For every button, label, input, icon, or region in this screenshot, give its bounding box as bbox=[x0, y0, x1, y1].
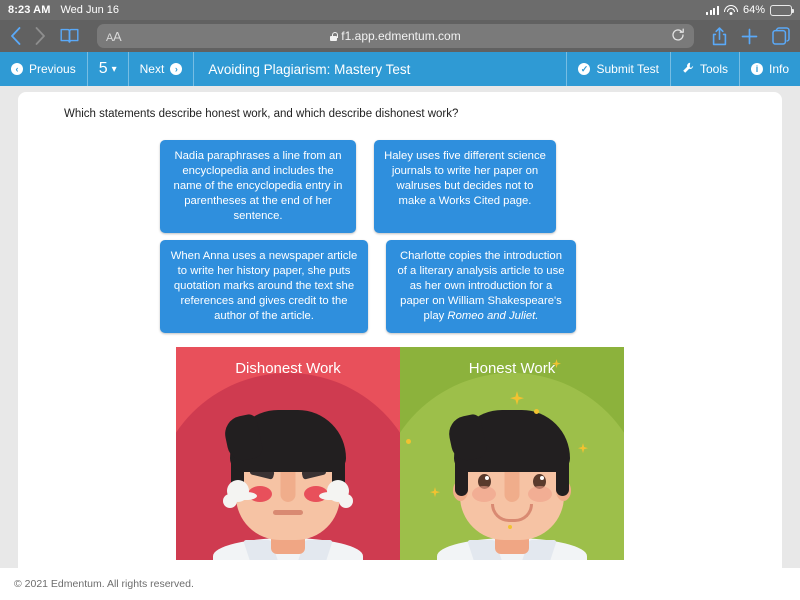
previous-button[interactable]: ‹ Previous bbox=[0, 52, 88, 86]
battery-icon bbox=[770, 5, 792, 16]
choice-row-2: When Anna uses a newspaper article to wr… bbox=[160, 240, 760, 333]
page-background: Which statements describe honest work, a… bbox=[0, 86, 800, 600]
happy-hair bbox=[454, 410, 570, 472]
dishonest-panel: Dishonest Work bbox=[176, 347, 400, 560]
check-circle-icon: ✓ bbox=[578, 63, 590, 75]
honest-label: Honest Work bbox=[400, 360, 624, 377]
angry-mouth bbox=[273, 510, 303, 515]
wrench-icon bbox=[682, 62, 694, 77]
url-display: f1.app.edmentum.com bbox=[97, 29, 694, 43]
toolbar-right-group: ✓ Submit Test Tools i Info bbox=[567, 52, 800, 86]
dishonest-label: Dishonest Work bbox=[176, 360, 400, 377]
page-title: Avoiding Plagiarism: Mastery Test bbox=[194, 52, 567, 86]
question-prompt: Which statements describe honest work, a… bbox=[64, 108, 760, 120]
choice-option-3[interactable]: When Anna uses a newspaper article to wr… bbox=[160, 240, 368, 333]
previous-label: Previous bbox=[29, 62, 76, 76]
honest-dishonest-illustration: Dishonest Work bbox=[176, 347, 624, 560]
arrow-left-circle-icon: ‹ bbox=[11, 63, 23, 75]
angry-face bbox=[203, 396, 373, 560]
steam-puff-left-icon bbox=[209, 478, 253, 512]
happy-head bbox=[460, 418, 564, 540]
info-label: Info bbox=[769, 62, 789, 76]
url-text: f1.app.edmentum.com bbox=[341, 29, 460, 43]
status-bar-right: 64% bbox=[706, 4, 792, 16]
page-number-label: 5 bbox=[99, 60, 108, 78]
reload-icon[interactable] bbox=[671, 28, 685, 45]
choice-option-1[interactable]: Nadia paraphrases a line from an encyclo… bbox=[160, 140, 356, 233]
lock-icon bbox=[330, 32, 337, 41]
info-circle-icon: i bbox=[751, 63, 763, 75]
honest-panel: Honest Work bbox=[400, 347, 624, 560]
copyright-text: © 2021 Edmentum. All rights reserved. bbox=[14, 578, 194, 590]
chevron-down-icon: ▾ bbox=[112, 64, 117, 75]
footer: © 2021 Edmentum. All rights reserved. bbox=[0, 568, 800, 600]
status-date: Wed Jun 16 bbox=[60, 4, 119, 16]
next-label: Next bbox=[140, 62, 165, 76]
status-bar-left: 8:23 AM Wed Jun 16 bbox=[8, 4, 119, 16]
battery-percent-label: 64% bbox=[743, 4, 765, 16]
plus-icon[interactable] bbox=[741, 28, 758, 45]
page-selector[interactable]: 5 ▾ bbox=[88, 52, 129, 86]
angry-hair bbox=[230, 410, 346, 472]
submit-test-label: Submit Test bbox=[596, 62, 658, 76]
choice-row-1: Nadia paraphrases a line from an encyclo… bbox=[160, 140, 760, 233]
tools-button[interactable]: Tools bbox=[671, 52, 740, 86]
cellular-signal-icon bbox=[706, 5, 719, 15]
book-icon[interactable] bbox=[60, 28, 79, 44]
choice-option-4-italic: Romeo and Juliet. bbox=[447, 310, 538, 322]
choice-option-4[interactable]: Charlotte copies the introduction of a l… bbox=[386, 240, 576, 333]
safari-toolbar: AA f1.app.edmentum.com bbox=[0, 20, 800, 52]
happy-cheek-left bbox=[472, 486, 496, 502]
choice-option-2[interactable]: Haley uses five different science journa… bbox=[374, 140, 556, 233]
steam-puff-right-icon bbox=[323, 478, 367, 512]
assessment-toolbar: ‹ Previous 5 ▾ Next › Avoiding Plagiaris… bbox=[0, 52, 800, 86]
tools-label: Tools bbox=[700, 62, 728, 76]
question-card: Which statements describe honest work, a… bbox=[18, 92, 782, 600]
happy-mouth bbox=[491, 504, 533, 522]
back-chevron-icon[interactable] bbox=[10, 27, 21, 45]
address-bar[interactable]: AA f1.app.edmentum.com bbox=[97, 24, 694, 48]
happy-face bbox=[427, 396, 597, 560]
tabs-icon[interactable] bbox=[772, 27, 790, 45]
submit-test-button[interactable]: ✓ Submit Test bbox=[567, 52, 670, 86]
info-button[interactable]: i Info bbox=[740, 52, 800, 86]
ios-status-bar: 8:23 AM Wed Jun 16 64% bbox=[0, 0, 800, 20]
status-time: 8:23 AM bbox=[8, 4, 50, 16]
happy-cheek-right bbox=[528, 486, 552, 502]
share-icon[interactable] bbox=[712, 27, 727, 46]
wifi-icon bbox=[724, 5, 738, 16]
forward-chevron-icon[interactable] bbox=[35, 27, 46, 45]
choice-grid: Nadia paraphrases a line from an encyclo… bbox=[40, 140, 760, 333]
arrow-right-circle-icon: › bbox=[170, 63, 182, 75]
next-button[interactable]: Next › bbox=[129, 52, 195, 86]
